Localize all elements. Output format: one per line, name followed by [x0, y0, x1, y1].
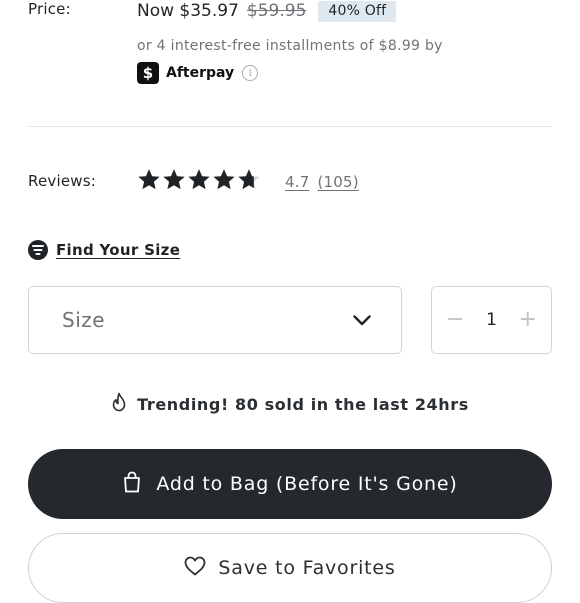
save-to-favorites-button[interactable]: Save to Favorites — [28, 533, 552, 603]
trending-text: Trending! 80 sold in the last 24hrs — [137, 394, 469, 414]
star-icon — [213, 169, 235, 190]
fit-guide-icon — [28, 240, 48, 260]
size-placeholder: Size — [62, 308, 106, 332]
price-row: Now $35.97 $59.95 40% Off — [137, 0, 397, 22]
reviews-label: Reviews: — [28, 172, 96, 190]
size-select[interactable]: Size — [28, 286, 402, 354]
decrease-quantity-button[interactable]: − — [446, 309, 464, 331]
increase-quantity-button[interactable]: + — [519, 309, 537, 331]
trending-notice: Trending! 80 sold in the last 24hrs — [0, 392, 580, 416]
star-icon — [238, 169, 260, 190]
flame-icon — [111, 392, 127, 416]
discount-badge: 40% Off — [318, 0, 397, 22]
rating-value: 4.7 — [285, 173, 310, 191]
info-icon[interactable]: i — [242, 65, 259, 81]
quantity-value[interactable]: 1 — [486, 310, 497, 330]
price-label: Price: — [28, 0, 71, 18]
current-price: Now $35.97 — [137, 1, 239, 21]
save-to-favorites-label: Save to Favorites — [218, 557, 396, 579]
star-rating[interactable] — [137, 168, 262, 192]
quantity-stepper: − 1 + — [431, 286, 552, 354]
original-price: $59.95 — [246, 1, 307, 21]
find-your-size-link[interactable]: Find Your Size — [28, 240, 180, 260]
star-icon — [163, 169, 185, 190]
shopping-bag-icon — [122, 471, 142, 497]
add-to-bag-button[interactable]: Add to Bag (Before It's Gone) — [28, 449, 552, 519]
star-icon — [188, 169, 210, 190]
review-count: (105) — [317, 173, 359, 191]
afterpay-row: $ Afterpay i — [137, 62, 259, 84]
heart-icon — [184, 556, 206, 580]
afterpay-label: Afterpay — [166, 65, 235, 81]
add-to-bag-label: Add to Bag (Before It's Gone) — [156, 473, 458, 495]
star-icon — [138, 169, 160, 190]
installments-text: or 4 interest-free installments of $8.99… — [137, 38, 443, 54]
afterpay-logo-icon: $ — [137, 62, 159, 84]
chevron-down-icon — [353, 311, 371, 330]
reviews-link[interactable]: 4.7 (105) — [285, 173, 367, 191]
find-your-size-label: Find Your Size — [56, 241, 181, 259]
divider — [28, 126, 552, 127]
